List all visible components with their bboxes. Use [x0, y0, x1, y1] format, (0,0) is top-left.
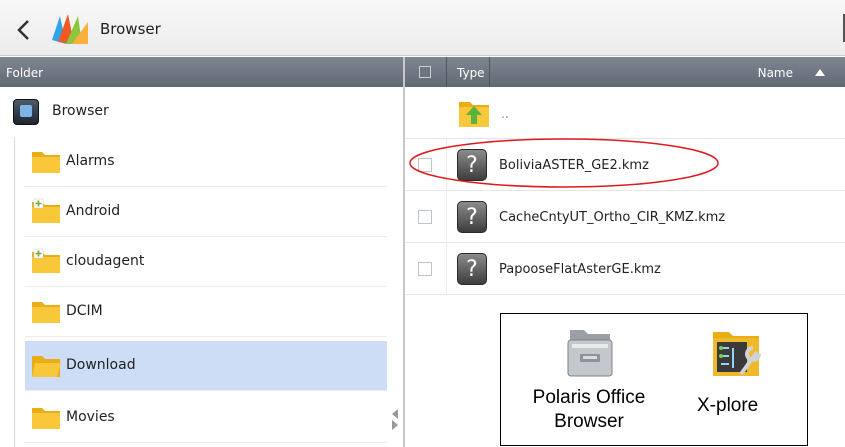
unknown-file-icon: ? — [457, 149, 487, 181]
parent-directory-row[interactable]: .. — [405, 87, 845, 139]
folder-label: Android — [66, 203, 121, 219]
back-arrow-icon[interactable] — [14, 18, 34, 42]
folder-label: Alarms — [66, 153, 115, 169]
tree-root-browser[interactable]: Browser — [0, 87, 403, 137]
file-row[interactable]: ? BoliviaASTER_GE2.kmz — [405, 139, 845, 191]
storage-icon — [13, 99, 39, 125]
cell-separator — [446, 243, 447, 295]
folder-icon — [32, 152, 60, 173]
name-column-header[interactable]: Name — [758, 66, 793, 80]
type-column-header[interactable]: Type — [457, 66, 485, 80]
app-label: X-plore — [697, 395, 759, 416]
title-bar: Browser — [0, 0, 845, 56]
folder-item-movies[interactable]: Movies — [25, 393, 387, 443]
folder-label: cloudagent — [66, 253, 145, 269]
x-plore-app[interactable]: X-plore — [697, 324, 797, 444]
folder-icon — [32, 302, 60, 323]
folder-open-icon — [32, 356, 61, 377]
polaris-office-browser-icon — [567, 330, 613, 377]
header-separator — [489, 57, 490, 87]
file-row[interactable]: ? PapooseFlatAsterGE.kmz — [405, 243, 845, 295]
tree-root-label: Browser — [52, 103, 109, 119]
app-chooser-box: Polaris Office Browser X-plore — [500, 313, 808, 446]
folder-label: DCIM — [66, 303, 103, 319]
folder-label: Download — [66, 357, 136, 373]
folder-up-icon — [459, 102, 489, 127]
folder-label: Movies — [66, 409, 115, 425]
x-plore-icon — [713, 332, 761, 376]
unknown-file-icon: ? — [457, 253, 487, 285]
folder-panel-header: Folder — [0, 57, 403, 87]
folder-tree: Browser Alarms Android cloudagent DCIM D… — [0, 87, 403, 447]
header-separator — [446, 57, 447, 87]
folder-item-cloudagent[interactable]: cloudagent — [25, 237, 387, 287]
select-all-checkbox[interactable] — [419, 66, 431, 78]
resize-handle-icon[interactable] — [389, 407, 401, 431]
file-checkbox[interactable] — [418, 158, 432, 172]
file-row[interactable]: ? CacheCntyUT_Ortho_CIR_KMZ.kmz — [405, 191, 845, 243]
cell-separator — [446, 139, 447, 191]
cell-separator — [446, 191, 447, 243]
app-label: Polaris Office Browser — [532, 387, 646, 432]
folder-plus-icon — [32, 198, 60, 223]
app-title: Browser — [100, 20, 161, 38]
file-checkbox[interactable] — [418, 210, 432, 224]
folder-icon — [32, 408, 60, 429]
folder-item-download[interactable]: Download — [25, 341, 387, 391]
sort-ascending-icon[interactable] — [815, 69, 825, 76]
parent-directory-label: .. — [501, 107, 509, 121]
file-name: PapooseFlatAsterGE.kmz — [499, 262, 661, 277]
polaris-office-browser-app[interactable]: Polaris Office Browser — [519, 324, 659, 444]
tree-line — [14, 137, 15, 447]
folder-item-dcim[interactable]: DCIM — [25, 287, 387, 337]
browser-app-logo-icon — [52, 14, 88, 44]
folder-plus-icon — [32, 248, 60, 273]
file-name: CacheCntyUT_Ortho_CIR_KMZ.kmz — [499, 210, 726, 225]
unknown-file-icon: ? — [457, 201, 487, 233]
folder-item-alarms[interactable]: Alarms — [25, 137, 387, 187]
folder-item-android[interactable]: Android — [25, 187, 387, 237]
file-list-header: Type Name — [405, 57, 845, 87]
file-name: BoliviaASTER_GE2.kmz — [499, 158, 649, 173]
folder-header-label: Folder — [6, 66, 44, 80]
file-checkbox[interactable] — [418, 262, 432, 276]
